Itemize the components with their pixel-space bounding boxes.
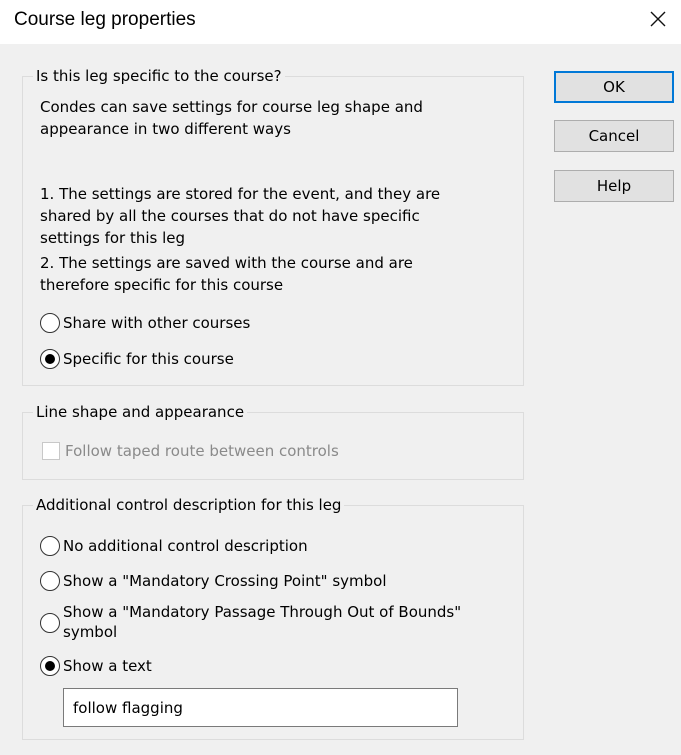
detail-line-3: settings for this leg: [40, 229, 186, 247]
detail-line-5: therefore specific for this course: [40, 276, 284, 294]
ok-button[interactable]: OK: [554, 71, 674, 103]
show-text-label: Show a text: [63, 657, 152, 675]
radio-unselected-icon: [40, 613, 60, 633]
mandatory-passage-label-line-1: Show a "Mandatory Passage Through Out of…: [63, 603, 462, 621]
show-text-radio[interactable]: Show a text: [40, 655, 152, 677]
no-additional-label: No additional control description: [63, 537, 308, 555]
mandatory-passage-label-line-2: symbol: [63, 623, 118, 641]
specific-option-label: Specific for this course: [63, 350, 234, 368]
description-text-value: follow flagging: [73, 698, 183, 717]
additional-description-legend: Additional control description for this …: [33, 495, 345, 515]
share-option-label: Share with other courses: [63, 314, 251, 332]
line-shape-legend: Line shape and appearance: [33, 402, 248, 422]
radio-selected-icon: [40, 656, 60, 676]
radio-unselected-icon: [40, 536, 60, 556]
window-title: Course leg properties: [14, 9, 196, 30]
detail-line-2: shared by all the courses that do not ha…: [40, 207, 420, 225]
detail-line-1: 1. The settings are stored for the event…: [40, 185, 441, 203]
description-text-input[interactable]: follow flagging: [63, 688, 458, 727]
ok-label: OK: [603, 78, 625, 96]
crossing-point-label: Show a "Mandatory Crossing Point" symbol: [63, 572, 387, 590]
intro-line-2: appearance in two different ways: [40, 120, 291, 138]
cancel-button[interactable]: Cancel: [554, 120, 674, 152]
follow-taped-route-label: Follow taped route between controls: [65, 442, 339, 460]
specific-for-course-radio[interactable]: Specific for this course: [40, 348, 234, 370]
no-additional-description-radio[interactable]: No additional control description: [40, 535, 308, 557]
mandatory-crossing-point-radio[interactable]: Show a "Mandatory Crossing Point" symbol: [40, 570, 387, 592]
cancel-label: Cancel: [588, 127, 640, 145]
leg-specific-legend: Is this leg specific to the course?: [33, 66, 285, 86]
intro-line-1: Condes can save settings for course leg …: [40, 98, 423, 116]
radio-unselected-icon: [40, 313, 60, 333]
radio-selected-icon: [40, 349, 60, 369]
close-icon[interactable]: [645, 6, 671, 32]
title-bar: Course leg properties: [0, 0, 681, 44]
follow-taped-route-checkbox[interactable]: Follow taped route between controls: [42, 440, 339, 462]
radio-unselected-icon: [40, 571, 60, 591]
share-with-other-courses-radio[interactable]: Share with other courses: [40, 312, 250, 334]
help-label: Help: [596, 177, 632, 195]
help-button[interactable]: Help: [554, 170, 674, 202]
detail-line-4: 2. The settings are saved with the cours…: [40, 254, 413, 272]
checkbox-unchecked-icon: [42, 442, 60, 460]
mandatory-passage-radio[interactable]: [40, 612, 63, 634]
